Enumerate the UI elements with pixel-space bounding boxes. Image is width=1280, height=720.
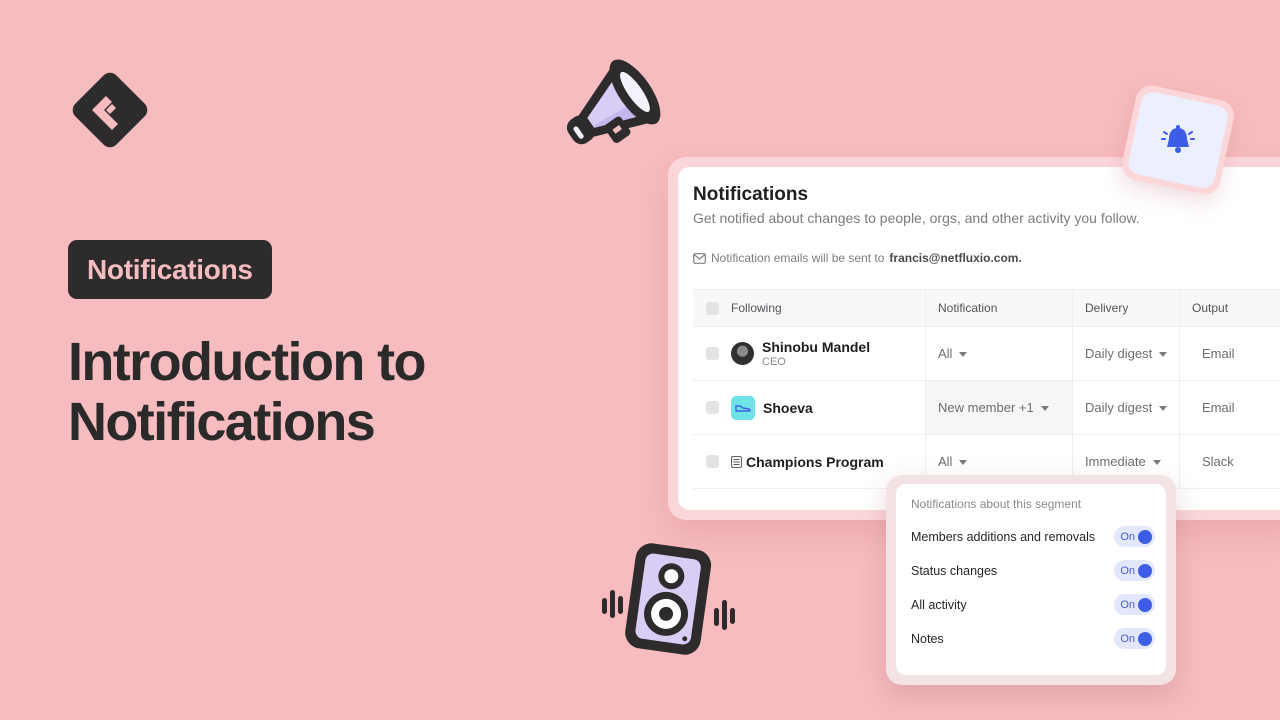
header-following: Following bbox=[693, 290, 926, 326]
panel-subtitle: Get notified about changes to people, or… bbox=[693, 210, 1140, 226]
popover-item-label: Status changes bbox=[911, 563, 998, 578]
avatar bbox=[731, 342, 754, 365]
members-additions-toggle[interactable]: On bbox=[1114, 526, 1155, 547]
following-cell: Shinobu Mandel CEO bbox=[693, 327, 926, 380]
popover-item-label: All activity bbox=[911, 597, 967, 612]
org-logo-icon bbox=[731, 395, 755, 420]
output-cell: Email bbox=[1180, 381, 1280, 434]
header-notification: Notification bbox=[926, 290, 1073, 326]
following-name: Shoeva bbox=[763, 399, 813, 416]
dropdown-value: All bbox=[938, 454, 953, 469]
megaphone-icon bbox=[566, 59, 661, 145]
email-address: francis@netfluxio.com. bbox=[889, 251, 1022, 265]
popover-title: Notifications about this segment bbox=[911, 497, 1082, 511]
title-line-2: Notifications bbox=[68, 392, 376, 452]
header-output: Output bbox=[1180, 290, 1280, 326]
following-table: Following Notification Delivery Output S… bbox=[693, 289, 1280, 489]
output-value: Email bbox=[1202, 400, 1235, 415]
row-checkbox[interactable] bbox=[706, 401, 719, 414]
category-badge: Notifications bbox=[68, 240, 272, 299]
popover-item: Notes On bbox=[911, 628, 1155, 649]
title-line-1: Introduction to bbox=[68, 332, 427, 392]
toggle-knob bbox=[1138, 529, 1152, 544]
status-changes-toggle[interactable]: On bbox=[1114, 560, 1155, 581]
dropdown-value: Immediate bbox=[1085, 454, 1146, 469]
toggle-knob bbox=[1138, 597, 1152, 612]
popover-item: Members additions and removals On bbox=[911, 526, 1155, 547]
following-subtitle: CEO bbox=[762, 356, 786, 368]
notes-toggle[interactable]: On bbox=[1114, 628, 1155, 649]
toggle-label: On bbox=[1120, 632, 1135, 645]
segment-notifications-popover: Notifications about this segment Members… bbox=[896, 484, 1166, 675]
shoe-icon bbox=[735, 404, 751, 412]
caret-down-icon bbox=[959, 351, 968, 357]
select-all-checkbox[interactable] bbox=[706, 301, 719, 315]
speaker-icon bbox=[602, 543, 735, 655]
toggle-label: On bbox=[1120, 598, 1135, 611]
header-label: Following bbox=[731, 301, 782, 315]
caret-down-icon bbox=[1152, 459, 1161, 465]
following-cell: Shoeva bbox=[693, 381, 926, 434]
page-title: Introduction to Notifications bbox=[68, 332, 488, 452]
table-header: Following Notification Delivery Output bbox=[693, 290, 1280, 327]
following-name: Shinobu Mandel bbox=[762, 339, 871, 355]
popover-item-label: Members additions and removals bbox=[911, 529, 1096, 544]
following-name: Champions Program bbox=[746, 453, 884, 470]
brand-logo-icon bbox=[72, 72, 148, 148]
toggle-knob bbox=[1138, 631, 1152, 646]
header-label: Output bbox=[1192, 301, 1229, 315]
caret-down-icon bbox=[959, 459, 968, 465]
bell-card-inner bbox=[1126, 89, 1230, 191]
bell-icon bbox=[1160, 125, 1195, 153]
popover-item: Status changes On bbox=[911, 560, 1155, 581]
notification-dropdown[interactable]: All bbox=[926, 327, 1073, 380]
delivery-dropdown[interactable]: Daily digest bbox=[1073, 381, 1180, 434]
header-label: Delivery bbox=[1085, 301, 1129, 315]
notification-dropdown[interactable]: New member +1 bbox=[926, 381, 1073, 434]
all-activity-toggle[interactable]: On bbox=[1114, 594, 1155, 615]
output-cell: Slack bbox=[1180, 435, 1280, 488]
dropdown-value: Daily digest bbox=[1085, 400, 1153, 415]
header-delivery: Delivery bbox=[1073, 290, 1180, 326]
popover-item-label: Notes bbox=[911, 631, 944, 646]
toggle-label: On bbox=[1120, 564, 1135, 577]
toggle-knob bbox=[1138, 563, 1152, 578]
popover-item: All activity On bbox=[911, 594, 1155, 615]
row-checkbox[interactable] bbox=[706, 347, 719, 360]
toggle-label: On bbox=[1120, 530, 1135, 543]
output-value: Slack bbox=[1202, 454, 1234, 469]
email-note: Notification emails will be sent to fran… bbox=[693, 251, 1022, 265]
header-label: Notification bbox=[938, 301, 998, 315]
list-icon bbox=[731, 455, 742, 468]
table-row[interactable]: Shoeva New member +1 Daily digest Email bbox=[693, 381, 1280, 435]
notifications-panel: Notifications Get notified about changes… bbox=[678, 167, 1280, 510]
caret-down-icon bbox=[1159, 351, 1168, 357]
dropdown-value: All bbox=[938, 346, 953, 361]
row-checkbox[interactable] bbox=[706, 455, 719, 468]
email-note-text: Notification emails will be sent to bbox=[711, 251, 885, 265]
following-info: Shinobu Mandel CEO bbox=[762, 339, 870, 368]
panel-title: Notifications bbox=[693, 184, 809, 205]
bell-card bbox=[1119, 82, 1237, 198]
mail-icon bbox=[693, 252, 706, 264]
dropdown-value: Daily digest bbox=[1085, 346, 1153, 361]
delivery-dropdown[interactable]: Daily digest bbox=[1073, 327, 1180, 380]
dropdown-value: New member +1 bbox=[938, 400, 1034, 415]
caret-down-icon bbox=[1040, 405, 1049, 411]
output-value: Email bbox=[1202, 346, 1235, 361]
output-cell: Email bbox=[1180, 327, 1280, 380]
caret-down-icon bbox=[1159, 405, 1168, 411]
table-row[interactable]: Shinobu Mandel CEO All Daily digest Emai… bbox=[693, 327, 1280, 381]
